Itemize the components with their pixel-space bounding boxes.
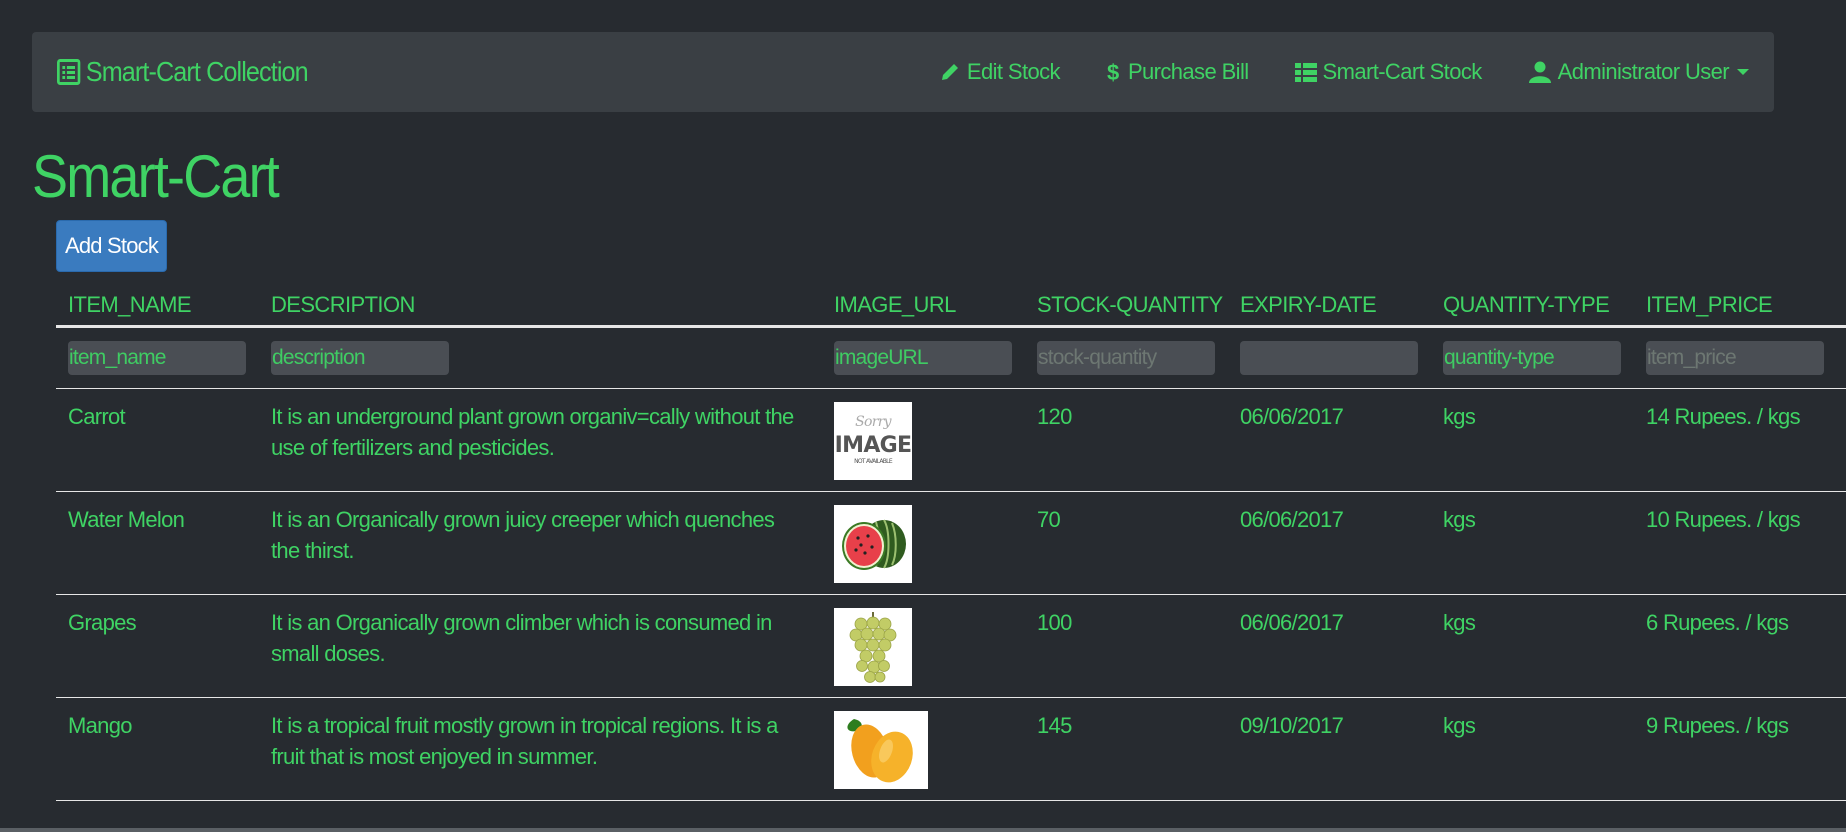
brand-label: Smart-Cart Collection xyxy=(85,56,309,87)
column-header[interactable]: ITEM_NAME xyxy=(56,288,259,318)
description-cell: It is an underground plant grown organiv… xyxy=(271,404,794,460)
watermelon-image xyxy=(834,505,912,583)
column-header[interactable]: STOCK-QUANTITY xyxy=(1025,288,1228,318)
table-row[interactable]: Water Melon It is an Organically grown j… xyxy=(56,492,1846,595)
stock-table: ITEM_NAME DESCRIPTION IMAGE_URL STOCK-QU… xyxy=(56,280,1846,801)
nav-edit-stock[interactable]: Edit Stock xyxy=(939,59,1061,85)
nav-smart-cart-stock[interactable]: Smart-Cart Stock xyxy=(1294,59,1483,85)
image-not-available-text: NOT AVAILABLE xyxy=(854,458,893,465)
filter-item-price-input[interactable] xyxy=(1646,341,1824,375)
item-price-cell: 10 Rupees. / kgs xyxy=(1646,507,1801,532)
expiry-date-cell: 06/06/2017 xyxy=(1240,404,1344,429)
filter-image-url-input[interactable] xyxy=(834,341,1012,375)
image-not-available-image: Sorry IMAGE NOT AVAILABLE xyxy=(834,402,912,480)
description-cell: It is an Organically grown juicy creeper… xyxy=(271,507,775,563)
filter-stock-quantity-input[interactable] xyxy=(1037,341,1215,375)
image-sorry-text: Sorry xyxy=(855,414,893,430)
nav-purchase-bill-label: Purchase Bill xyxy=(1127,59,1249,84)
stock-quantity-cell: 145 xyxy=(1037,713,1072,738)
nav-user-dropdown[interactable]: Administrator User xyxy=(1528,59,1749,85)
table-filter-row xyxy=(56,328,1846,389)
nav-edit-stock-label: Edit Stock xyxy=(966,59,1061,84)
column-header[interactable]: IMAGE_URL xyxy=(822,288,1025,318)
item-name-cell: Grapes xyxy=(68,610,137,635)
user-icon xyxy=(1528,61,1551,83)
expiry-date-cell: 06/06/2017 xyxy=(1240,610,1344,635)
nav-user-label: Administrator User xyxy=(1557,59,1730,84)
description-cell: It is an Organically grown climber which… xyxy=(271,610,772,666)
table-header-row: ITEM_NAME DESCRIPTION IMAGE_URL STOCK-QU… xyxy=(56,280,1846,328)
filter-expiry-date-input[interactable] xyxy=(1240,341,1418,375)
image-cell xyxy=(822,492,1025,594)
filter-description-input[interactable] xyxy=(271,341,449,375)
add-stock-button[interactable]: Add Stock xyxy=(56,220,167,272)
brand[interactable]: Smart-Cart Collection xyxy=(57,56,309,88)
list-icon xyxy=(57,59,81,85)
nav-links: Edit Stock $ Purchase Bill Smart-Cart St… xyxy=(893,59,1749,85)
quantity-type-cell: kgs xyxy=(1443,507,1476,532)
nav-purchase-bill[interactable]: $ Purchase Bill xyxy=(1106,59,1249,85)
page-title: Smart-Cart xyxy=(32,143,280,210)
dollar-icon: $ xyxy=(1107,60,1120,84)
bottom-divider xyxy=(0,828,1846,832)
quantity-type-cell: kgs xyxy=(1443,610,1476,635)
item-name-cell: Mango xyxy=(68,713,132,738)
item-name-cell: Carrot xyxy=(68,404,126,429)
filter-quantity-type-input[interactable] xyxy=(1443,341,1621,375)
item-price-cell: 14 Rupees. / kgs xyxy=(1646,404,1801,429)
stock-quantity-cell: 120 xyxy=(1037,404,1072,429)
pencil-icon xyxy=(941,64,958,80)
image-cell xyxy=(822,595,1025,697)
quantity-type-cell: kgs xyxy=(1443,713,1476,738)
image-cell xyxy=(822,698,1025,800)
item-price-cell: 6 Rupees. / kgs xyxy=(1646,610,1789,635)
column-header[interactable]: ITEM_PRICE xyxy=(1634,288,1846,318)
quantity-type-cell: kgs xyxy=(1443,404,1476,429)
table-row[interactable]: Mango It is a tropical fruit mostly grow… xyxy=(56,698,1846,801)
column-header[interactable]: QUANTITY-TYPE xyxy=(1431,288,1634,318)
table-row[interactable]: Grapes It is an Organically grown climbe… xyxy=(56,595,1846,698)
column-header[interactable]: EXPIRY-DATE xyxy=(1228,288,1431,318)
svg-text:$: $ xyxy=(1107,60,1119,84)
table-icon xyxy=(1294,63,1317,82)
item-name-cell: Water Melon xyxy=(68,507,185,532)
expiry-date-cell: 06/06/2017 xyxy=(1240,507,1344,532)
item-price-cell: 9 Rupees. / kgs xyxy=(1646,713,1789,738)
image-image-text: IMAGE xyxy=(835,433,912,458)
caret-down-icon xyxy=(1737,69,1749,75)
stock-quantity-cell: 100 xyxy=(1037,610,1072,635)
image-cell: Sorry IMAGE NOT AVAILABLE xyxy=(822,389,1025,491)
grapes-image xyxy=(834,608,912,686)
expiry-date-cell: 09/10/2017 xyxy=(1240,713,1344,738)
filter-item-name-input[interactable] xyxy=(68,341,246,375)
navbar: Smart-Cart Collection Edit Stock $ Purch… xyxy=(32,32,1774,112)
stock-quantity-cell: 70 xyxy=(1037,507,1061,532)
nav-smart-cart-stock-label: Smart-Cart Stock xyxy=(1322,59,1483,84)
mango-image xyxy=(834,711,928,789)
table-row[interactable]: Carrot It is an underground plant grown … xyxy=(56,389,1846,492)
description-cell: It is a tropical fruit mostly grown in t… xyxy=(271,713,778,769)
column-header[interactable]: DESCRIPTION xyxy=(259,288,822,318)
